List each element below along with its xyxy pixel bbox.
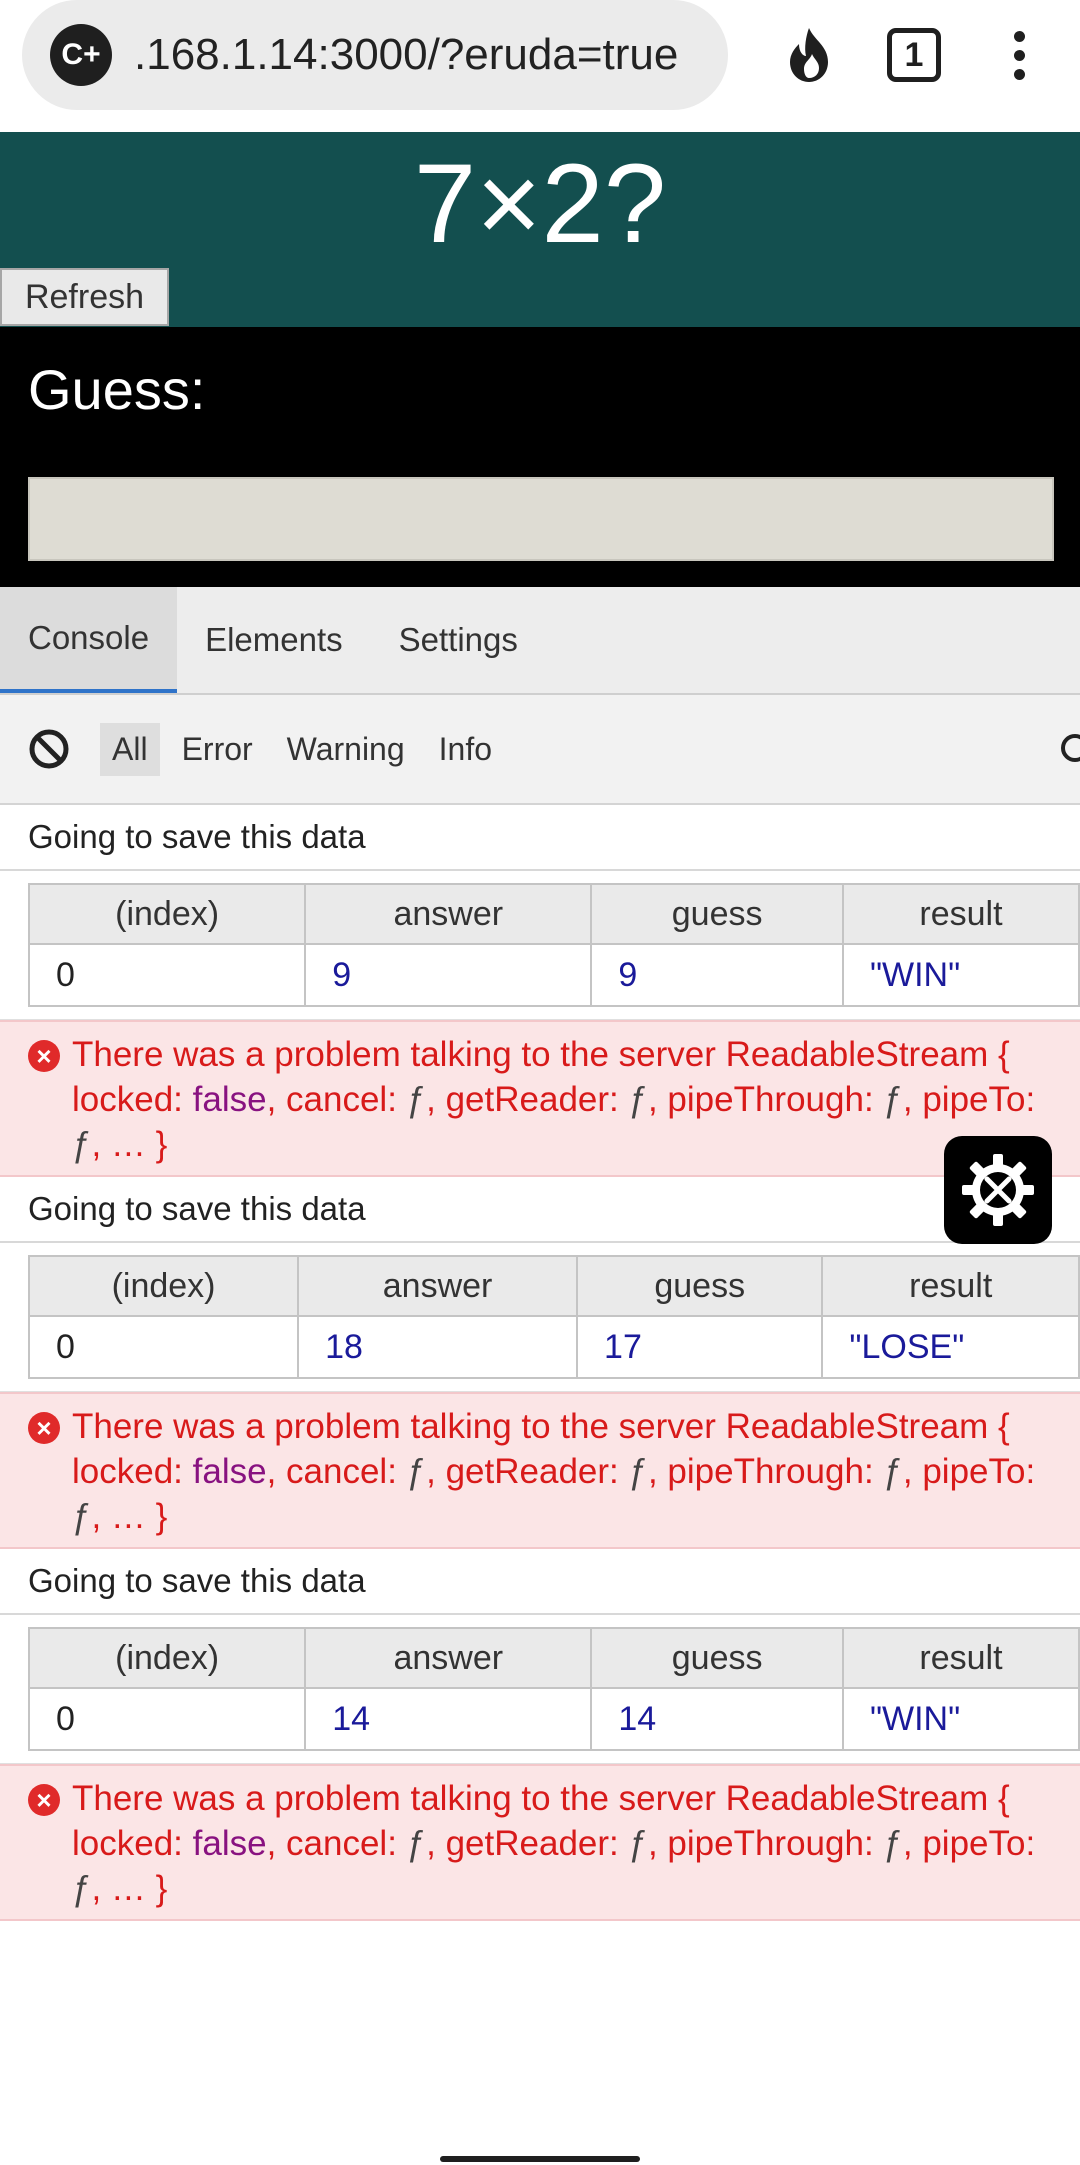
error-message: There was a problem talking to the serve… [72,1035,1010,1074]
table-header: (index) [27,1627,307,1689]
error-object-tail: ƒ, … } [72,1125,168,1164]
table-row: 0 9 9 "WIN" [27,943,1080,1007]
log-message: Going to save this data [0,1177,1080,1243]
table-cell: 14 [590,1687,844,1751]
table-cell: "WIN" [841,943,1080,1007]
eruda-devtools: Console Elements Settings All Error Warn… [0,587,1080,2165]
error-object-line: locked: false, cancel: ƒ, getReader: ƒ, … [72,1080,1036,1119]
table-header: (index) [27,883,307,945]
table-cell: 18 [297,1315,579,1379]
address-bar[interactable]: C+ .168.1.14:3000/?eruda=true [22,0,728,110]
home-indicator[interactable] [440,2156,640,2162]
log-message: Going to save this data [0,1549,1080,1615]
table-header: result [841,1627,1080,1689]
guess-label: Guess: [28,358,206,421]
error-object-tail: ƒ, … } [72,1869,168,1908]
filter-all[interactable]: All [100,722,160,776]
console-toolbar: All Error Warning Info [0,695,1080,805]
tab-elements[interactable]: Elements [177,587,371,693]
filter-info[interactable]: Info [427,723,504,776]
site-info-icon[interactable]: C+ [50,24,112,86]
devtools-tabs: Console Elements Settings [0,587,1080,695]
tab-count: 1 [887,28,941,82]
guess-input[interactable] [28,477,1054,561]
table-header: answer [304,1627,593,1689]
error-log: × There was a problem talking to the ser… [0,1392,1080,1549]
tabs-icon[interactable]: 1 [884,22,944,88]
table-row: 0 14 14 "WIN" [27,1687,1080,1751]
error-object-tail: ƒ, … } [72,1497,168,1536]
table-header: answer [297,1255,579,1317]
log-table: (index) answer guess result 0 18 17 "LOS… [0,1243,1080,1392]
table-cell: 9 [304,943,593,1007]
log-table: (index) answer guess result 0 14 14 "WIN… [0,1615,1080,1764]
table-cell: "WIN" [841,1687,1080,1751]
error-icon: × [28,1784,60,1816]
table-cell: 17 [576,1315,824,1379]
question-header: 7×2? Refresh [0,132,1080,327]
more-vert-icon[interactable] [994,22,1044,88]
browser-toolbar: C+ .168.1.14:3000/?eruda=true 1 [0,0,1080,132]
filter-error[interactable]: Error [170,723,265,776]
error-object-line: locked: false, cancel: ƒ, getReader: ƒ, … [72,1824,1036,1863]
refresh-button[interactable]: Refresh [0,268,169,326]
error-object-line: locked: false, cancel: ƒ, getReader: ƒ, … [72,1452,1036,1491]
error-message: There was a problem talking to the serve… [72,1779,1010,1818]
table-cell: 0 [27,1687,307,1751]
tab-settings[interactable]: Settings [371,587,546,693]
table-header: guess [576,1255,824,1317]
log-message: Going to save this data [0,805,1080,871]
table-cell: 14 [304,1687,593,1751]
fire-icon[interactable] [774,22,844,88]
error-log: × There was a problem talking to the ser… [0,1020,1080,1177]
question-text: 7×2? [413,141,667,266]
table-row: 0 18 17 "LOSE" [27,1315,1080,1379]
log-table: (index) answer guess result 0 9 9 "WIN" [0,871,1080,1020]
table-header: guess [590,883,844,945]
tab-console[interactable]: Console [0,587,178,693]
table-header: answer [304,883,593,945]
error-log: × There was a problem talking to the ser… [0,1764,1080,1921]
table-header: result [821,1255,1080,1317]
error-message: There was a problem talking to the serve… [72,1407,1010,1446]
eruda-tools-icon[interactable] [944,1136,1052,1244]
table-cell: 0 [27,943,307,1007]
search-icon[interactable] [1058,731,1080,771]
table-cell: 9 [590,943,844,1007]
table-cell: "LOSE" [821,1315,1080,1379]
filter-warning[interactable]: Warning [275,723,417,776]
clear-console-icon[interactable] [28,728,70,770]
url-text[interactable]: .168.1.14:3000/?eruda=true [134,30,724,80]
table-header: result [841,883,1080,945]
table-cell: 0 [27,1315,300,1379]
guess-area: Guess: [0,327,1080,587]
error-icon: × [28,1412,60,1444]
table-header: (index) [27,1255,300,1317]
error-icon: × [28,1040,60,1072]
table-header: guess [590,1627,844,1689]
